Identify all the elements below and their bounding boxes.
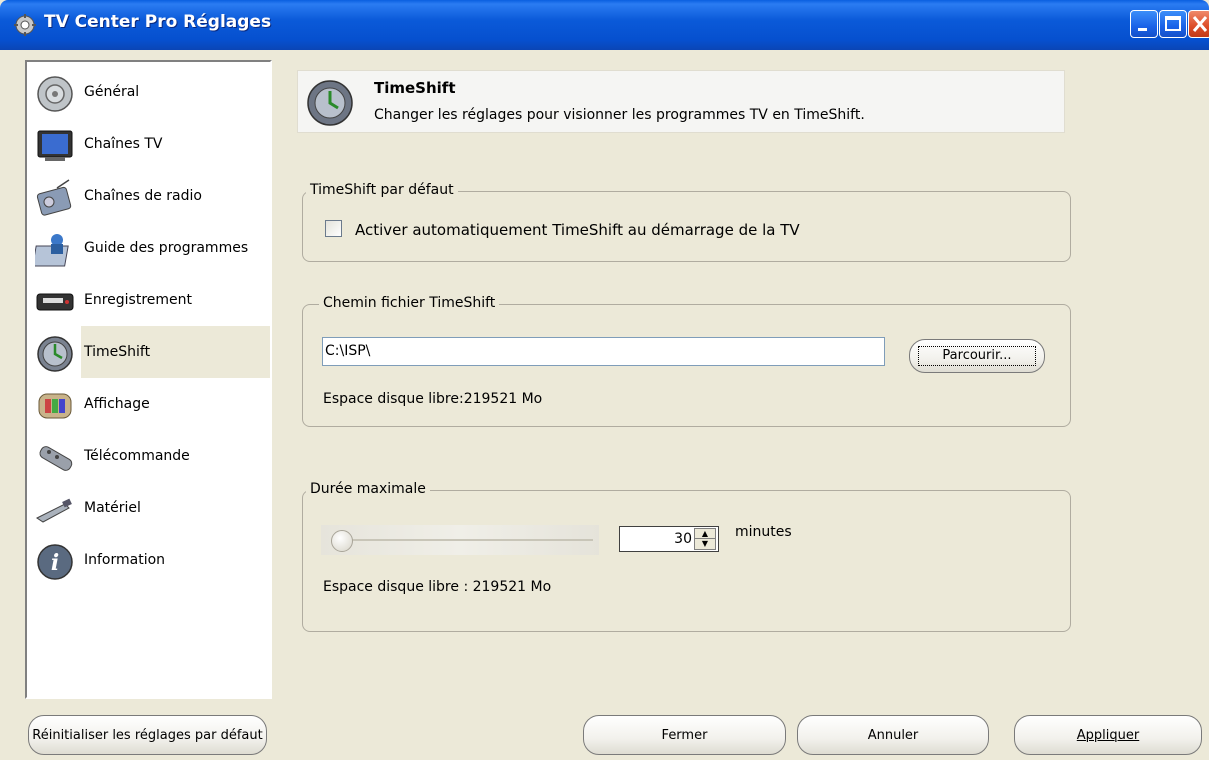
display-icon	[38, 393, 72, 419]
info-icon: i	[37, 544, 73, 580]
timeshift-path-group: Chemin fichier TimeShift C:\ISP\ Parcour…	[302, 295, 1071, 427]
free-space-text: Espace disque libre : 219521 Mo	[323, 579, 552, 595]
slider-track	[333, 539, 593, 541]
tv-icon	[37, 130, 73, 161]
window-title: TV Center Pro Réglages	[44, 12, 272, 32]
path-input[interactable]: C:\ISP\	[322, 337, 885, 366]
apply-label: Appliquer	[1076, 728, 1140, 743]
sidebar-item-label: Enregistrement	[84, 292, 193, 308]
svg-text:i: i	[51, 550, 59, 576]
speaker-icon	[37, 76, 73, 112]
max-duration-group: Durée maximale 30 ▲ ▼ minutes Espace dis…	[302, 481, 1071, 632]
group-legend: Durée maximale	[306, 481, 430, 497]
minimize-icon	[1138, 28, 1147, 31]
sidebar-item-label: Information	[84, 552, 166, 568]
sidebar-item-recording[interactable]: Enregistrement	[27, 274, 270, 326]
remote-icon	[39, 446, 73, 471]
title-bar[interactable]: TV Center Pro Réglages	[0, 0, 1209, 50]
maximize-icon	[1165, 16, 1181, 31]
duration-spinbox[interactable]: 30 ▲ ▼	[619, 526, 719, 552]
hardware-icon	[36, 498, 72, 523]
duration-slider[interactable]	[321, 525, 599, 555]
sidebar-item-label: Télécommande	[84, 448, 190, 464]
sidebar-item-timeshift[interactable]: TimeShift	[37, 326, 270, 378]
sidebar-item-tv-channels[interactable]: Chaînes TV	[27, 118, 270, 170]
spin-value[interactable]: 30	[620, 531, 692, 547]
gear-icon	[14, 14, 36, 36]
clock-icon	[37, 336, 73, 372]
sidebar-item-hardware[interactable]: Matériel	[27, 482, 270, 534]
sidebar-item-label: Affichage	[84, 396, 150, 412]
page-header: TimeShift Changer les réglages pour visi…	[297, 70, 1065, 133]
sidebar-item-label: Matériel	[84, 500, 141, 516]
auto-timeshift-label[interactable]: Activer automatiquement TimeShift au dém…	[355, 221, 800, 239]
close-icon	[1192, 16, 1208, 32]
sidebar-item-label: TimeShift	[84, 344, 151, 360]
sidebar: Général Chaînes TV Chaînes de radio Guid…	[25, 60, 272, 699]
cancel-button[interactable]: Annuler	[797, 715, 989, 755]
page-title: TimeShift	[374, 79, 456, 97]
spin-down-icon[interactable]: ▼	[695, 539, 715, 549]
reset-defaults-button[interactable]: Réinitialiser les réglages par défaut	[28, 715, 267, 755]
default-timeshift-group: TimeShift par défaut Activer automatique…	[302, 182, 1071, 262]
sidebar-item-label: Chaînes TV	[84, 136, 163, 152]
vcr-icon	[36, 293, 74, 311]
minimize-button[interactable]	[1130, 10, 1158, 38]
sidebar-item-general[interactable]: Général	[27, 66, 270, 118]
focus-rect	[918, 346, 1036, 366]
free-space-text: Espace disque libre:219521 Mo	[323, 391, 543, 407]
sidebar-item-label: Chaînes de radio	[84, 188, 202, 204]
sidebar-item-label: Général	[84, 84, 140, 100]
slider-thumb[interactable]	[331, 530, 353, 552]
sidebar-item-remote[interactable]: Télécommande	[27, 430, 270, 482]
clock-icon	[307, 80, 353, 126]
spin-up-icon[interactable]: ▲	[695, 529, 715, 539]
apply-button[interactable]: Appliquer	[1014, 715, 1202, 755]
program-guide-icon	[35, 234, 69, 267]
spin-buttons[interactable]: ▲ ▼	[694, 528, 716, 550]
auto-timeshift-checkbox[interactable]	[325, 220, 342, 237]
sidebar-item-program-guide[interactable]: Guide des programmes	[27, 222, 270, 274]
sidebar-item-radio-channels[interactable]: Chaînes de radio	[27, 170, 270, 222]
unit-label: minutes	[735, 524, 792, 540]
maximize-button[interactable]	[1159, 10, 1187, 38]
group-legend: Chemin fichier TimeShift	[319, 295, 500, 311]
page-description: Changer les réglages pour visionner les …	[374, 107, 865, 123]
browse-button[interactable]: Parcourir...	[909, 339, 1045, 373]
group-legend: TimeShift par défaut	[306, 182, 458, 198]
sidebar-item-display[interactable]: Affichage	[27, 378, 270, 430]
close-button[interactable]: Fermer	[583, 715, 786, 755]
sidebar-item-label: Guide des programmes	[84, 240, 249, 256]
sidebar-item-information[interactable]: i Information	[27, 534, 270, 586]
close-window-button[interactable]	[1188, 10, 1209, 38]
radio-icon	[36, 179, 72, 216]
